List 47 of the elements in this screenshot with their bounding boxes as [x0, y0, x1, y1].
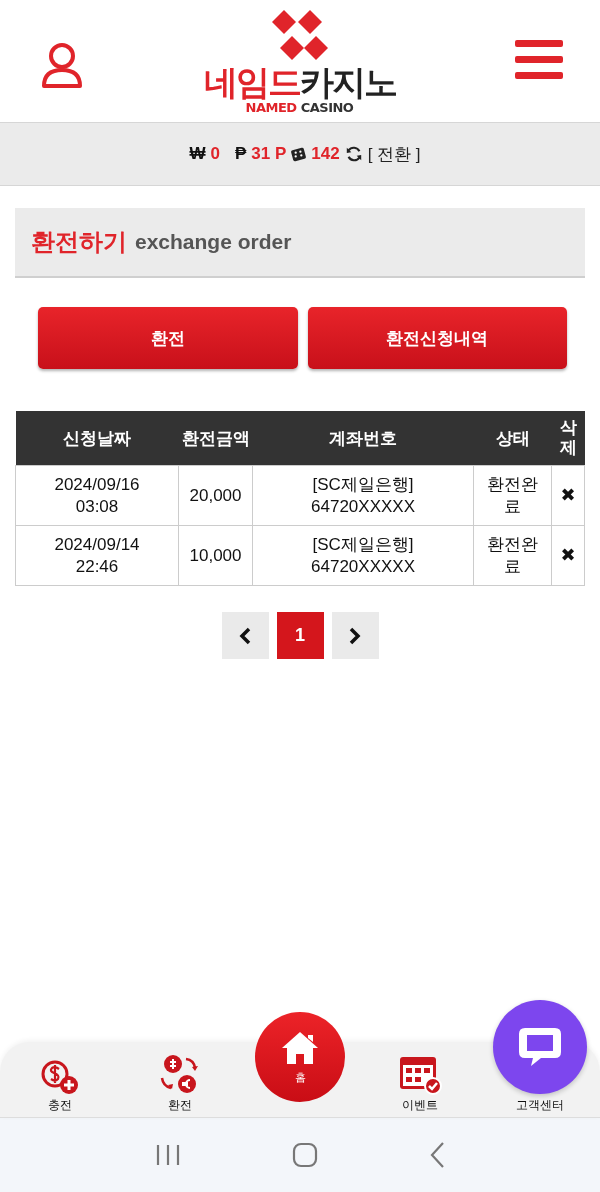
refresh-icon[interactable] [344, 145, 363, 163]
coin-plus-icon [40, 1059, 80, 1095]
chat-button[interactable] [493, 1000, 587, 1094]
table-cell: 2024/09/16 03:08 [15, 465, 179, 526]
currency-symbol: ₩ [189, 144, 206, 164]
delete-button[interactable]: ✖ [560, 484, 576, 505]
column-header: 계좌번호 [252, 411, 474, 466]
chevron-left-icon [239, 626, 251, 645]
table-cell: 2024/09/14 22:46 [15, 525, 179, 586]
nav-item[interactable]: 이벤트 [398, 1053, 442, 1118]
next-page-button[interactable] [331, 612, 379, 659]
column-header: 환전금액 [178, 411, 253, 466]
balance-value: 142 [311, 144, 340, 164]
currency-symbol: ₱ [234, 144, 247, 164]
column-header: 신청날짜 [15, 411, 179, 466]
house-icon [280, 1029, 320, 1066]
table-cell: 환전완 료 [473, 525, 552, 586]
delete-button[interactable]: ✖ [560, 544, 576, 565]
nav-item[interactable]: 고객센터 [516, 1097, 564, 1118]
menu-icon[interactable] [515, 40, 563, 80]
user-icon[interactable] [40, 42, 84, 90]
section-title: 환전하기 [31, 227, 127, 257]
back-icon[interactable] [428, 1141, 445, 1169]
previous-page-button[interactable] [221, 612, 269, 659]
column-header: 상태 [473, 411, 552, 466]
table-cell: 10,000 [178, 525, 253, 586]
table-cell: 환전완 료 [473, 465, 552, 526]
balance-value: 31 P [251, 144, 287, 164]
logo-title: 네임드카지노 [203, 64, 396, 100]
dice-icon [291, 146, 307, 162]
nav-item[interactable]: 환전 [160, 1053, 200, 1118]
logo-subtitle: NAMED CASINO [245, 100, 354, 116]
tab-button[interactable]: 환전 [38, 307, 298, 369]
balance-value: 0 [210, 144, 220, 164]
page-button[interactable]: 1 [276, 612, 324, 659]
tab-button[interactable]: 환전신청내역 [307, 307, 567, 369]
recent-apps-icon[interactable] [155, 1143, 182, 1167]
table-cell: [SC제일은행] 64720XXXXX [252, 465, 474, 526]
section-subtitle: exchange order [135, 230, 292, 254]
home-icon[interactable] [292, 1142, 318, 1168]
convert-link[interactable]: [ 전환 ] [367, 142, 421, 166]
table-cell: [SC제일은행] 64720XXXXX [252, 525, 474, 586]
nav-item[interactable]: 충전 [40, 1059, 80, 1118]
chevron-right-icon [349, 626, 361, 645]
home-button[interactable]: 홈 [255, 1012, 345, 1102]
column-header: 삭제 [551, 411, 585, 466]
table-cell: 20,000 [178, 465, 253, 526]
